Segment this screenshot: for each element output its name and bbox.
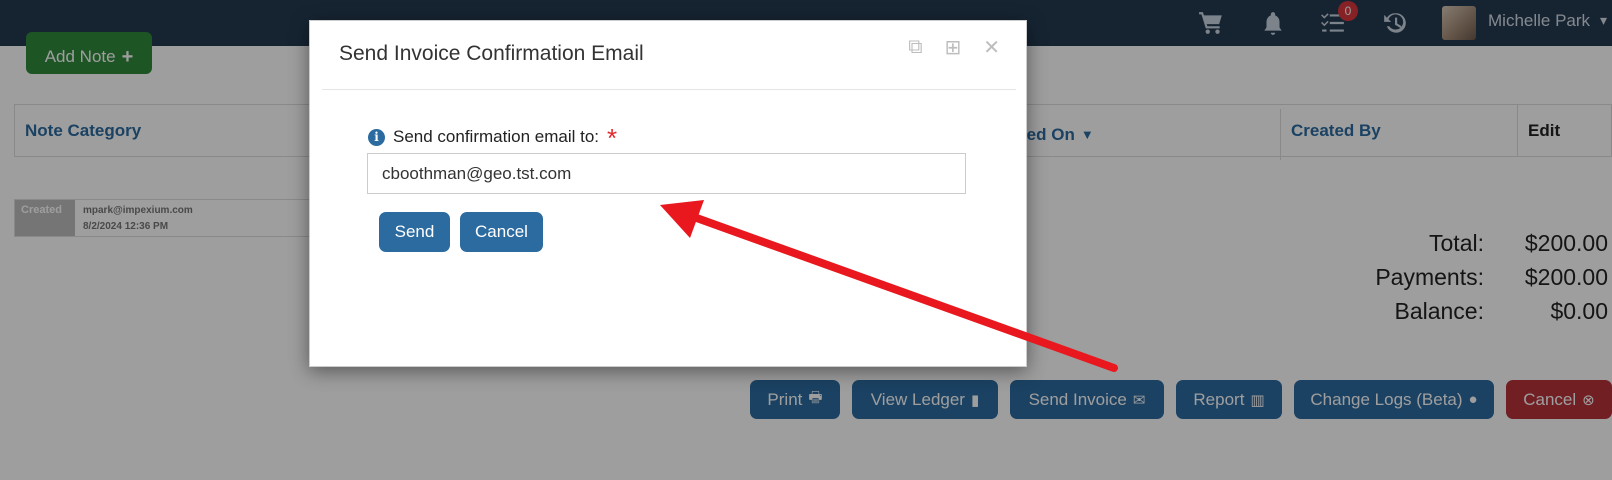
email-field[interactable] [367,153,966,194]
external-link-icon[interactable]: ⧉ [908,36,922,59]
maximize-icon[interactable]: ⊞ [944,35,961,60]
cancel-button[interactable]: Cancel [460,212,543,252]
close-icon[interactable]: ✕ [983,35,1000,60]
send-invoice-email-dialog: Send Invoice Confirmation Email ⧉ ⊞ ✕ i … [309,20,1027,367]
dialog-divider [322,89,1016,90]
info-icon[interactable]: i [368,128,385,146]
dialog-toolbar: ⧉ ⊞ ✕ [908,35,1000,60]
dialog-title: Send Invoice Confirmation Email [339,42,644,65]
email-field-label: i Send confirmation email to: * [368,122,618,153]
send-button[interactable]: Send [379,212,450,252]
email-field-label-text: Send confirmation email to: [393,127,599,146]
required-asterisk: * [607,122,618,153]
